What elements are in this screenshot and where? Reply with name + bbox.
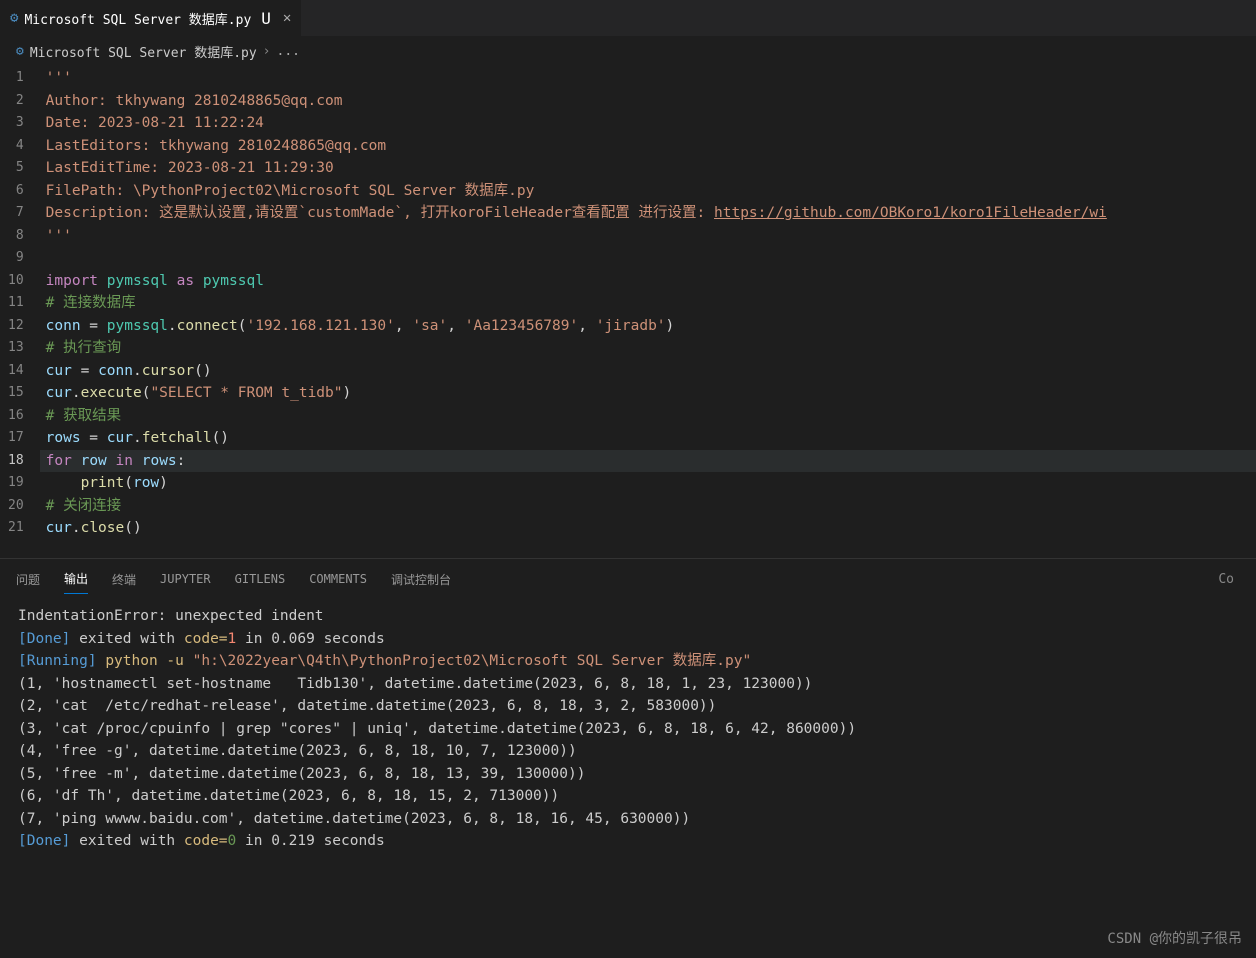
code-line[interactable]: cur = conn.cursor() bbox=[40, 360, 1256, 383]
output-line: [Done] exited with code=1 in 0.069 secon… bbox=[18, 628, 1238, 651]
line-number: 20 bbox=[8, 495, 24, 518]
tab-debug[interactable]: 调试控制台 bbox=[391, 565, 451, 594]
output-line: IndentationError: unexpected indent bbox=[18, 605, 1238, 628]
output-line: (2, 'cat /etc/redhat-release', datetime.… bbox=[18, 695, 1238, 718]
output-line: (3, 'cat /proc/cpuinfo | grep "cores" | … bbox=[18, 718, 1238, 741]
line-number: 18 bbox=[8, 450, 24, 473]
code-line[interactable] bbox=[40, 247, 1256, 270]
line-number: 3 bbox=[8, 112, 24, 135]
line-number: 15 bbox=[8, 382, 24, 405]
code-line[interactable]: Date: 2023-08-21 11:22:24 bbox=[40, 112, 1256, 135]
line-number: 13 bbox=[8, 337, 24, 360]
tab-gitlens[interactable]: GITLENS bbox=[235, 566, 286, 592]
line-number: 2 bbox=[8, 90, 24, 113]
code-line[interactable]: print(row) bbox=[40, 472, 1256, 495]
output-content[interactable]: IndentationError: unexpected indent[Done… bbox=[0, 595, 1256, 958]
line-number: 17 bbox=[8, 427, 24, 450]
output-line: (6, 'df Th', datetime.datetime(2023, 6, … bbox=[18, 785, 1238, 808]
tab-terminal[interactable]: 终端 bbox=[112, 565, 136, 594]
line-number: 19 bbox=[8, 472, 24, 495]
code-line[interactable]: # 连接数据库 bbox=[40, 292, 1256, 315]
line-gutter: 123456789101112131415161718192021 bbox=[0, 67, 40, 558]
code-line[interactable]: ''' bbox=[40, 225, 1256, 248]
code-line[interactable]: import pymssql as pymssql bbox=[40, 270, 1256, 293]
line-number: 6 bbox=[8, 180, 24, 203]
line-number: 12 bbox=[8, 315, 24, 338]
code-line[interactable]: for row in rows: bbox=[40, 450, 1256, 473]
code-line[interactable]: cur.close() bbox=[40, 517, 1256, 540]
code-line[interactable]: ''' bbox=[40, 67, 1256, 90]
code-line[interactable]: Description: 这是默认设置,请设置`customMade`, 打开k… bbox=[40, 202, 1256, 225]
code-line[interactable]: cur.execute("SELECT * FROM t_tidb") bbox=[40, 382, 1256, 405]
close-icon[interactable]: ✕ bbox=[283, 10, 291, 26]
output-line: (1, 'hostnamectl set-hostname Tidb130', … bbox=[18, 673, 1238, 696]
python-icon: ⚙ bbox=[16, 44, 24, 59]
breadcrumb[interactable]: ⚙ Microsoft SQL Server 数据库.py › ... bbox=[0, 36, 1256, 67]
output-line: (4, 'free -g', datetime.datetime(2023, 6… bbox=[18, 740, 1238, 763]
tab-output[interactable]: 输出 bbox=[64, 564, 88, 594]
output-line: [Done] exited with code=0 in 0.219 secon… bbox=[18, 830, 1238, 853]
line-number: 21 bbox=[8, 517, 24, 540]
line-number: 5 bbox=[8, 157, 24, 180]
line-number: 10 bbox=[8, 270, 24, 293]
breadcrumb-more: ... bbox=[277, 44, 300, 59]
unsaved-indicator: U bbox=[261, 9, 271, 28]
line-number: 14 bbox=[8, 360, 24, 383]
bottom-panel: 问题 输出 终端 JUPYTER GITLENS COMMENTS 调试控制台 … bbox=[0, 558, 1256, 958]
tab-jupyter[interactable]: JUPYTER bbox=[160, 566, 211, 592]
line-number: 7 bbox=[8, 202, 24, 225]
code-line[interactable]: LastEditTime: 2023-08-21 11:29:30 bbox=[40, 157, 1256, 180]
tab-problems[interactable]: 问题 bbox=[16, 565, 40, 594]
line-number: 11 bbox=[8, 292, 24, 315]
editor-area[interactable]: 123456789101112131415161718192021 '''Aut… bbox=[0, 67, 1256, 558]
tab-comments[interactable]: COMMENTS bbox=[309, 566, 367, 592]
code-line[interactable]: rows = cur.fetchall() bbox=[40, 427, 1256, 450]
code-line[interactable]: FilePath: \PythonProject02\Microsoft SQL… bbox=[40, 180, 1256, 203]
code-line[interactable]: Author: tkhywang 2810248865@qq.com bbox=[40, 90, 1256, 113]
output-line: (7, 'ping wwww.baidu.com', datetime.date… bbox=[18, 808, 1238, 831]
panel-right-text[interactable]: Co bbox=[1218, 572, 1240, 587]
line-number: 4 bbox=[8, 135, 24, 158]
code-line[interactable]: # 执行查询 bbox=[40, 337, 1256, 360]
code-line[interactable]: # 获取结果 bbox=[40, 405, 1256, 428]
tabs-bar: ⚙ Microsoft SQL Server 数据库.py U ✕ bbox=[0, 0, 1256, 36]
output-line: (5, 'free -m', datetime.datetime(2023, 6… bbox=[18, 763, 1238, 786]
watermark: CSDN @你的凯子很吊 bbox=[1107, 928, 1242, 948]
code-content[interactable]: '''Author: tkhywang 2810248865@qq.comDat… bbox=[40, 67, 1256, 558]
line-number: 9 bbox=[8, 247, 24, 270]
code-line[interactable]: LastEditors: tkhywang 2810248865@qq.com bbox=[40, 135, 1256, 158]
file-tab[interactable]: ⚙ Microsoft SQL Server 数据库.py U ✕ bbox=[0, 0, 302, 36]
line-number: 8 bbox=[8, 225, 24, 248]
python-icon: ⚙ bbox=[10, 10, 18, 26]
panel-tabs: 问题 输出 终端 JUPYTER GITLENS COMMENTS 调试控制台 … bbox=[0, 559, 1256, 595]
tab-title: Microsoft SQL Server 数据库.py bbox=[24, 9, 251, 28]
output-line: [Running] python -u "h:\2022year\Q4th\Py… bbox=[18, 650, 1238, 673]
code-line[interactable]: conn = pymssql.connect('192.168.121.130'… bbox=[40, 315, 1256, 338]
breadcrumb-file: Microsoft SQL Server 数据库.py bbox=[30, 42, 257, 61]
line-number: 16 bbox=[8, 405, 24, 428]
line-number: 1 bbox=[8, 67, 24, 90]
code-line[interactable]: # 关闭连接 bbox=[40, 495, 1256, 518]
breadcrumb-separator: › bbox=[263, 44, 271, 59]
